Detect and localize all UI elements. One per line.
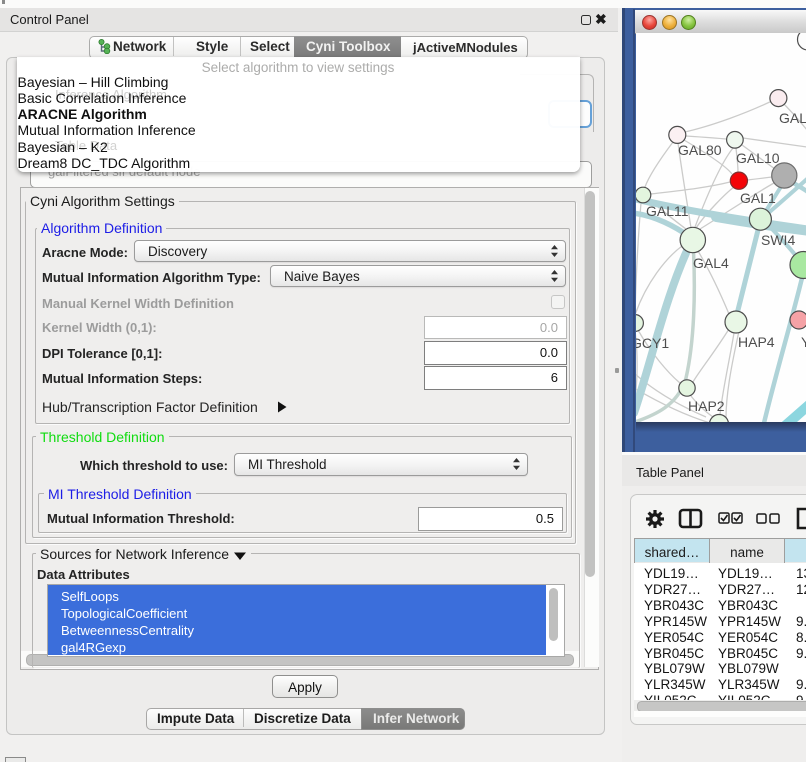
svg-text:SWI4: SWI4 [761, 232, 795, 248]
svg-text:GAL11: GAL11 [646, 203, 689, 219]
svg-text:GAL10: GAL10 [736, 150, 780, 166]
svg-text:YD: YD [801, 334, 806, 350]
svg-text:HAP4: HAP4 [738, 334, 775, 350]
svg-text:GCY1: GCY1 [636, 335, 669, 351]
svg-text:HAP2: HAP2 [688, 398, 725, 414]
svg-text:GAL80: GAL80 [678, 142, 722, 158]
svg-text:GAL2: GAL2 [779, 110, 806, 126]
svg-text:GAL4: GAL4 [693, 255, 729, 271]
svg-text:GAL1: GAL1 [740, 190, 776, 206]
